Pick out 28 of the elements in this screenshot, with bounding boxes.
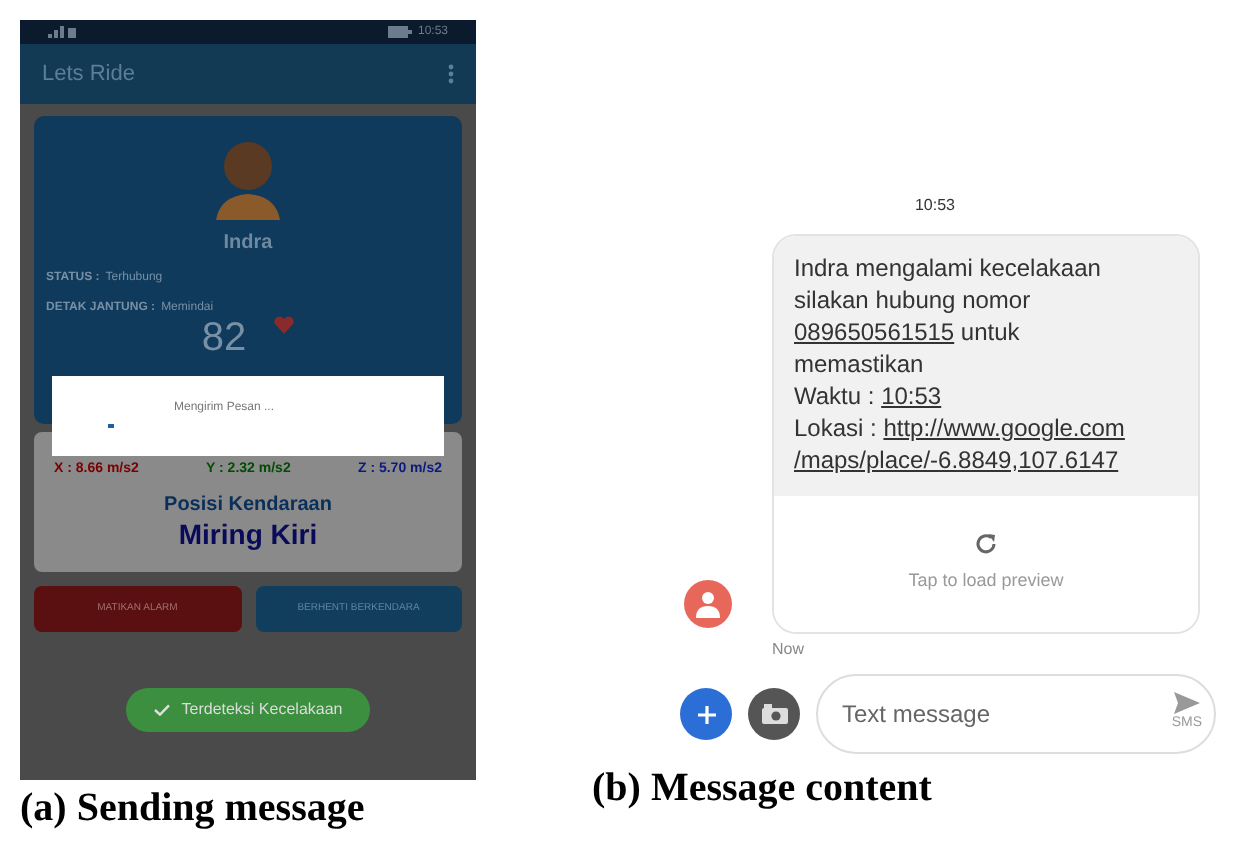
message-timestamp: 10:53 [914,194,956,218]
sent-time: Now [772,638,807,662]
toast-message: Terdeteksi Kecelakaan [181,698,343,722]
figure-caption: (b) Message content [592,768,934,808]
heart-icon [274,315,295,333]
position-label: Posisi Kendaraan [164,491,332,519]
message-text: Indra mengalami kecelakaan silakan hubung nomor 089650561515 untuk memastikan Waktu : 10:53 Lokasi : http://www.google.com /maps/place/-6.8849,107.6147 [774,236,1198,496]
send-icon [1173,692,1200,715]
check-icon [153,704,170,716]
add-button[interactable] [680,688,732,740]
position-value: Miring Kiri [178,519,318,547]
person-icon [696,590,720,618]
more-icon[interactable] [448,64,454,84]
battery-icon [387,26,412,38]
message-link[interactable]: http://www.google.com [883,414,1125,442]
heart-rate-value: 82 [201,318,247,358]
signal-icon [48,26,76,38]
figure-caption: (a) Sending message [20,788,367,828]
message-link[interactable]: 089650561515 [794,318,955,346]
message-link[interactable]: /maps/place/-6.8849,107.6147 [794,446,1119,474]
refresh-icon[interactable] [974,532,998,556]
app-title: Lets Ride [42,59,135,90]
camera-icon [758,702,790,726]
plus-icon [697,705,715,723]
load-preview-link[interactable]: Tap to load preview [908,568,1064,595]
camera-button[interactable] [748,688,800,740]
message-link[interactable]: 10:53 [881,382,942,410]
profile-name: Indra [223,230,273,258]
